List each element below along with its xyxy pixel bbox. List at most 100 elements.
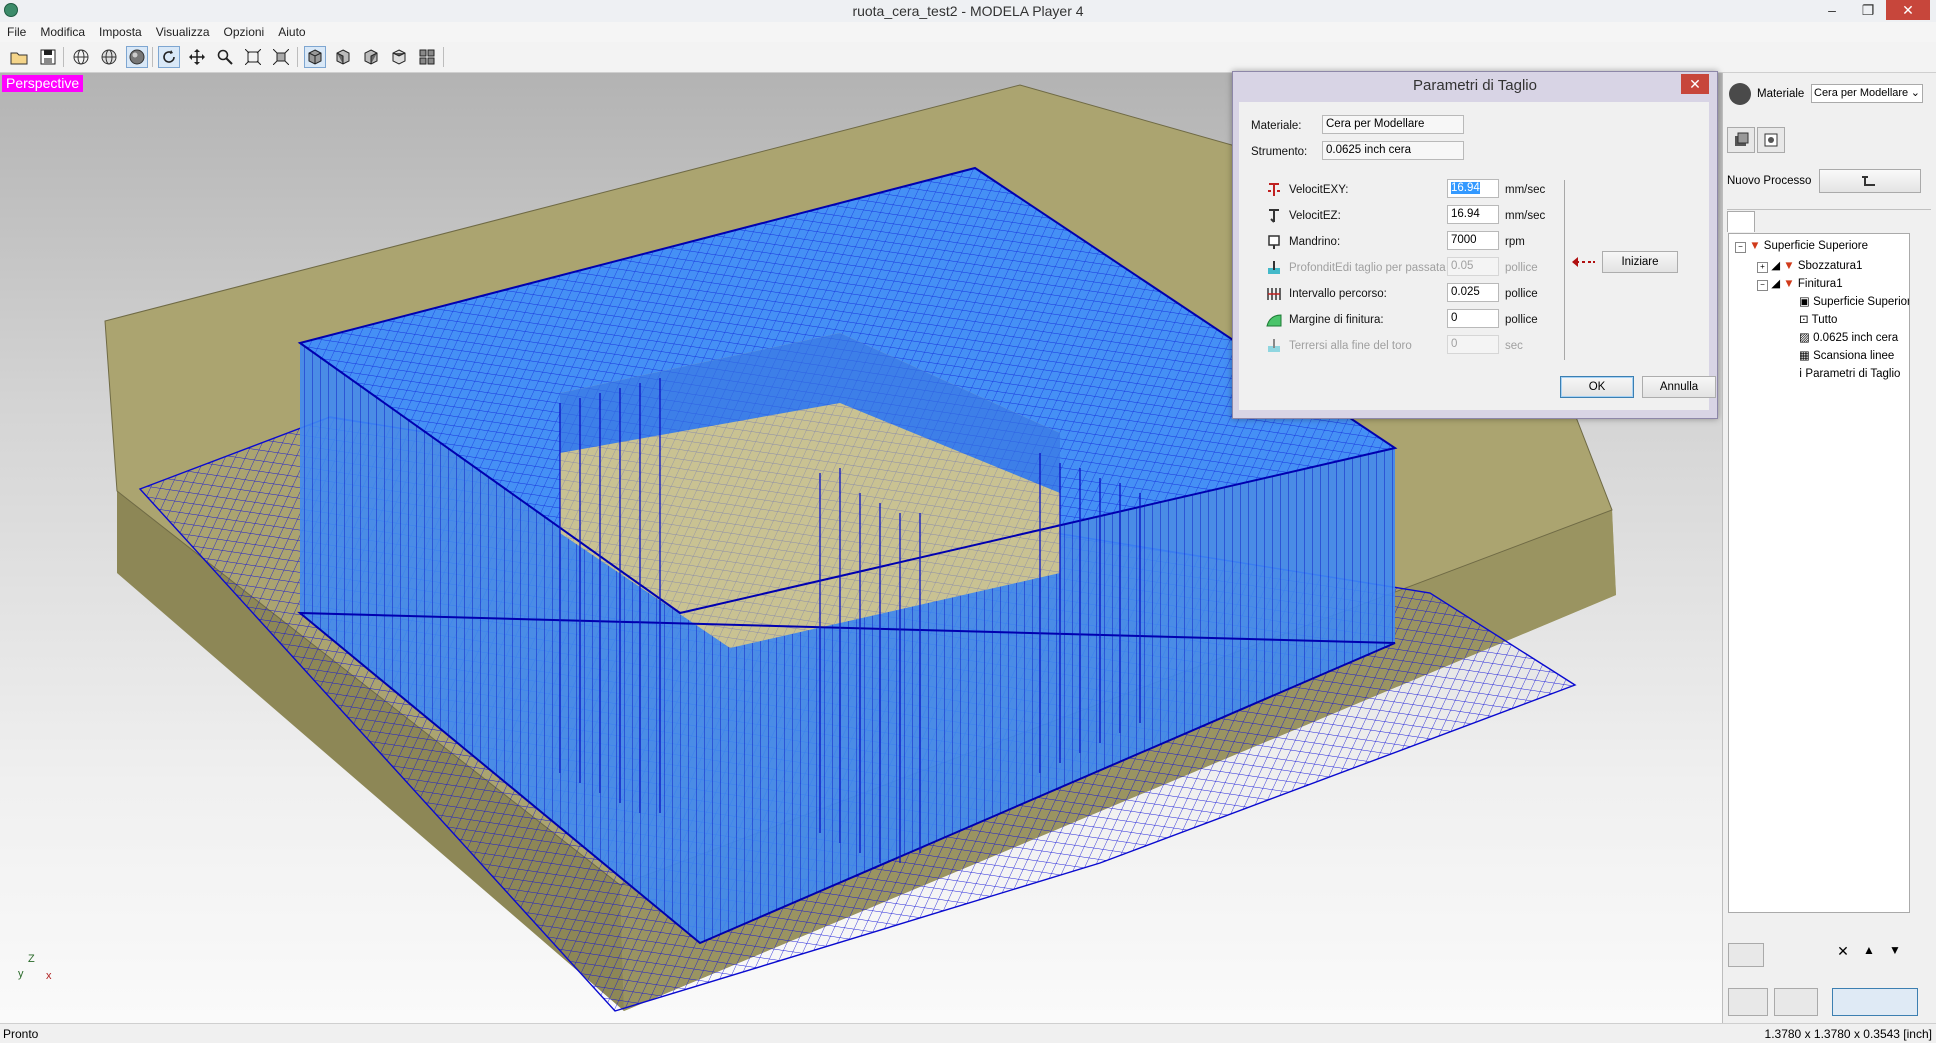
menu-visualizza[interactable]: Visualizza [149, 22, 217, 39]
axis-x-label: x [46, 970, 52, 982]
dwell-input[interactable]: 0 [1447, 335, 1499, 354]
param-unit: rpm [1505, 236, 1525, 248]
param-unit: mm/sec [1505, 210, 1546, 222]
copy-button[interactable] [1806, 943, 1828, 965]
tree-node-sbozzatura1[interactable]: + ◢ ▼ Sbozzatura1 [1757, 258, 1862, 273]
toolpath-preview-button[interactable] [1728, 943, 1764, 967]
tree-node-superficie-superiore[interactable]: − ▼ Superficie Superiore [1735, 240, 1868, 253]
view-front-icon[interactable] [332, 46, 354, 68]
delete-icon[interactable]: ✕ [1832, 943, 1854, 965]
tree-label: Scansiona linee [1813, 350, 1895, 362]
minimize-button[interactable]: – [1814, 0, 1850, 20]
fit-window-icon[interactable] [242, 46, 264, 68]
save-icon[interactable] [37, 46, 59, 68]
dialog-body: Materiale: Cera per Modellare Strumento:… [1239, 102, 1716, 410]
process-tree: − ▼ Superficie Superiore + ◢ ▼ Sbozzatur… [1728, 233, 1910, 913]
param-unit: sec [1505, 340, 1523, 352]
arrow-left-icon [1572, 257, 1595, 267]
process-icon: ▼ [1783, 278, 1795, 290]
move-up-icon[interactable]: ▲ [1858, 943, 1880, 965]
cancel-button[interactable]: Annulla [1642, 376, 1716, 398]
depth-per-pass-input[interactable]: 0.05 [1447, 257, 1499, 276]
tab-process[interactable] [1727, 211, 1755, 232]
paste-process-button[interactable] [1780, 943, 1802, 965]
material-select-value: Cera per Modellare [1814, 87, 1909, 99]
collapse-icon[interactable]: − [1735, 242, 1746, 253]
chevron-down-icon: ⌄ [1910, 87, 1920, 99]
new-process-button[interactable] [1819, 169, 1921, 193]
tree-node-finitura1[interactable]: − ◢ ▼ Finitura1 [1757, 276, 1843, 291]
spindle-input[interactable]: 7000 [1447, 231, 1499, 250]
sphere-render-icon[interactable] [126, 46, 148, 68]
parameters-icon: ⅰ [1799, 368, 1803, 380]
menu-aiuto[interactable]: Aiuto [271, 22, 312, 39]
menu-opzioni[interactable]: Opzioni [217, 22, 272, 39]
restore-button[interactable]: ❐ [1850, 0, 1886, 20]
tree-node-scan-lines[interactable]: ▦ Scansiona linee [1799, 348, 1894, 362]
tree-node-tool[interactable]: ▨ 0.0625 inch cera [1799, 330, 1898, 344]
view-grid-icon[interactable] [416, 46, 438, 68]
finishing-margin-input[interactable]: 0 [1447, 309, 1499, 328]
model-view-button[interactable] [1757, 127, 1785, 153]
toolbar [0, 42, 1936, 73]
ok-button[interactable]: OK [1560, 376, 1634, 398]
param-unit: mm/sec [1505, 184, 1546, 196]
process-icon: ▼ [1749, 240, 1761, 252]
globe-icon[interactable] [98, 46, 120, 68]
tree-label: Sbozzatura1 [1797, 260, 1863, 272]
stop-button[interactable] [1728, 988, 1768, 1016]
status-bar: Pronto 1.3780 x 1.3780 x 0.3543 [inch] [0, 1023, 1936, 1043]
cutting-parameters-dialog: Parametri di Taglio ✕ Materiale: Cera pe… [1232, 71, 1718, 419]
param-label: Terrersi alla fine del toro [1289, 340, 1412, 352]
view-back-icon[interactable] [388, 46, 410, 68]
z-speed-icon [1269, 209, 1279, 223]
tab-model[interactable] [1787, 213, 1813, 231]
tab-path[interactable] [1817, 213, 1843, 231]
material-field: Cera per Modellare [1322, 115, 1464, 134]
tree-action-bar: ✕ ▲ ▼ [1728, 943, 1928, 967]
bottom-action-bar [1728, 988, 1928, 1016]
z-speed-input[interactable]: 16.94 [1447, 205, 1499, 224]
fit-selection-icon[interactable] [270, 46, 292, 68]
tree-node-tutto[interactable]: ⊡ Tutto [1799, 312, 1837, 326]
menu-modifica[interactable]: Modifica [33, 22, 92, 39]
stock-dimensions: 1.3780 x 1.3780 x 0.3543 [inch] [1764, 1027, 1932, 1041]
xy-speed-value: 16.94 [1451, 182, 1480, 194]
path-interval-icon [1267, 288, 1281, 300]
surface-icon: ▣ [1799, 296, 1810, 308]
dwell-icon [1268, 339, 1280, 352]
view-side-icon[interactable] [360, 46, 382, 68]
path-interval-input[interactable]: 0.025 [1447, 283, 1499, 302]
xy-speed-input[interactable]: 16.94 [1447, 179, 1499, 198]
menu-bar: File Modifica Imposta Visualizza Opzioni Aiut… [0, 22, 1936, 42]
view-iso-icon[interactable] [304, 46, 326, 68]
tool-field: 0.0625 inch cera [1322, 141, 1464, 160]
model-icon [1764, 133, 1778, 147]
tab-stock[interactable] [1757, 213, 1783, 231]
stock-view-button[interactable] [1727, 127, 1755, 153]
dialog-close-button[interactable]: ✕ [1681, 74, 1709, 94]
close-button[interactable]: ✕ [1886, 0, 1930, 20]
tree-node-cutting-params[interactable]: ⅰ Parametri di Taglio [1799, 366, 1900, 380]
tree-node-surface[interactable]: ▣ Superficie Superiore [1799, 294, 1910, 308]
move-down-icon[interactable]: ▼ [1884, 943, 1906, 965]
menu-imposta[interactable]: Imposta [92, 22, 149, 39]
zoom-icon[interactable] [214, 46, 236, 68]
expand-icon[interactable]: + [1757, 262, 1768, 273]
axis-z-label: Z [28, 953, 35, 965]
open-folder-icon[interactable] [8, 46, 30, 68]
preview-cut-button[interactable] [1774, 988, 1818, 1016]
globe-wire-icon[interactable] [70, 46, 92, 68]
start-button[interactable]: Iniziare [1602, 251, 1678, 273]
material-select[interactable]: Cera per Modellare ⌄ [1811, 84, 1923, 103]
tool-label: Strumento: [1251, 146, 1308, 158]
tree-label: Superficie Superiore [1813, 296, 1910, 308]
dialog-title: Parametri di Taglio [1413, 77, 1537, 94]
collapse-icon[interactable]: − [1757, 280, 1768, 291]
rotate-icon[interactable] [158, 46, 180, 68]
menu-file[interactable]: File [0, 22, 33, 39]
cut-button[interactable] [1832, 988, 1918, 1016]
pan-icon[interactable] [186, 46, 208, 68]
title-bar: ruota_cera_test2 - MODELA Player 4 – ❐ ✕ [0, 0, 1936, 23]
dialog-divider [1564, 180, 1565, 360]
